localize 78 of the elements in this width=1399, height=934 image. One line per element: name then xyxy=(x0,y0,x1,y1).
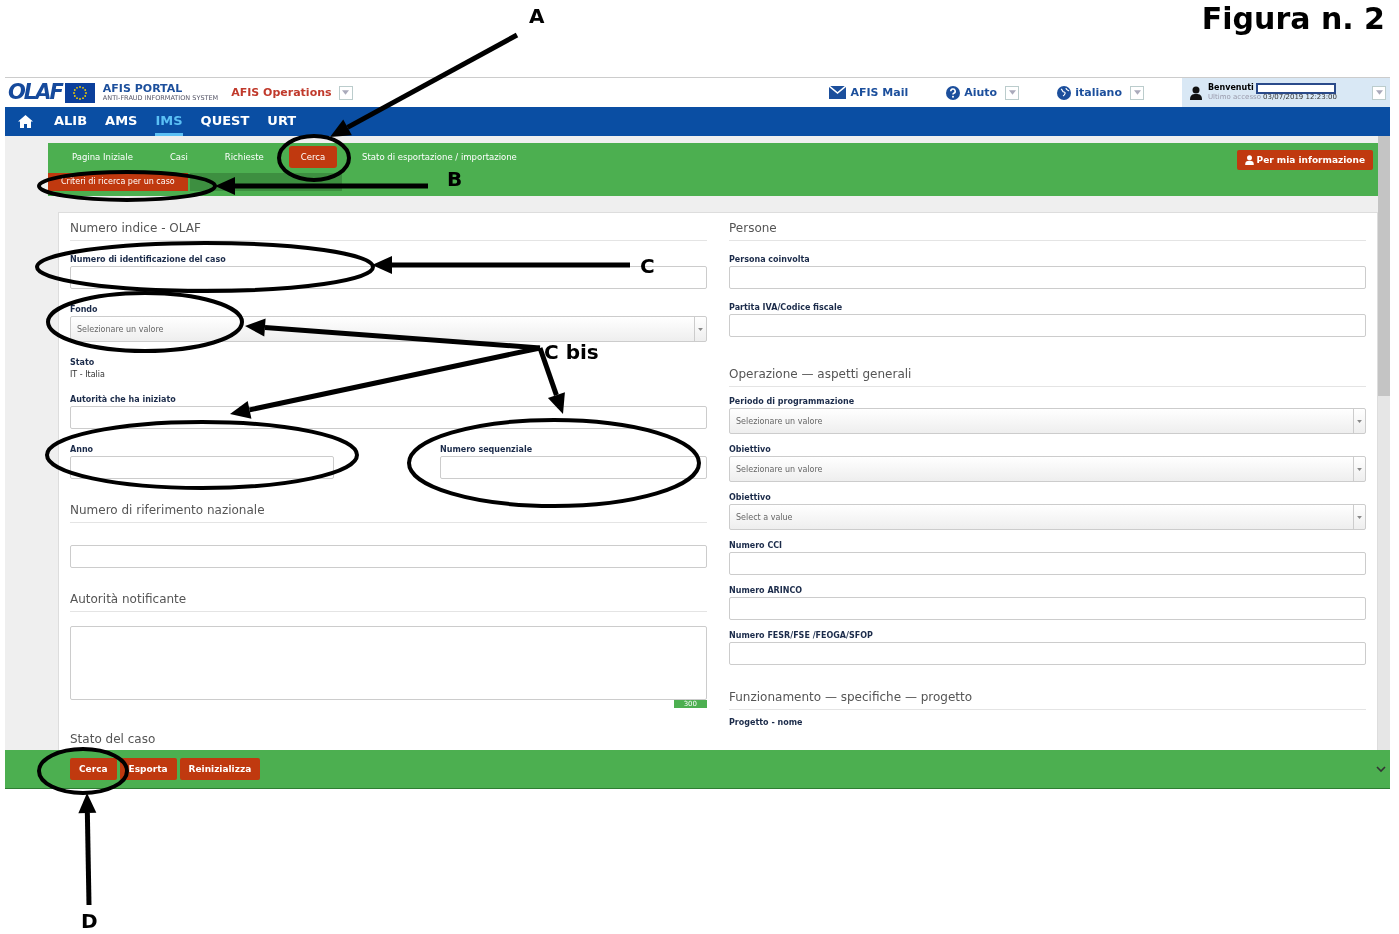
select-field[interactable]: Select a value xyxy=(729,504,1366,530)
select-field[interactable]: Selezionare un valore xyxy=(729,456,1366,482)
dropdown-button[interactable] xyxy=(1005,85,1020,100)
field-label: Obiettivo xyxy=(729,445,772,454)
user-icon xyxy=(1244,155,1254,165)
input-field[interactable] xyxy=(70,545,707,568)
portal-title: AFIS PORTAL xyxy=(102,83,183,95)
field-label: Obiettivo xyxy=(729,493,772,502)
dropdown-button[interactable] xyxy=(1372,85,1386,100)
tab[interactable]: Cerca xyxy=(288,146,338,168)
header-link[interactable]: italiano xyxy=(1075,86,1122,99)
section-heading: Numero di riferimento nazionale xyxy=(70,495,707,523)
field-label: Autorità che ha iniziato xyxy=(70,395,177,404)
dropdown-button[interactable] xyxy=(1130,85,1144,100)
annotation-label: A xyxy=(529,6,545,26)
header-link[interactable]: Aiuto xyxy=(964,86,998,99)
help-icon xyxy=(946,85,961,100)
field-label: Numero sequenziale xyxy=(440,445,534,454)
mail-icon xyxy=(829,86,847,99)
chevron-down-icon[interactable] xyxy=(1376,765,1386,773)
section-heading: Funzionamento — specifiche — progetto xyxy=(729,682,1366,710)
field-value: IT - Italia xyxy=(70,370,106,379)
caret-icon xyxy=(342,90,350,95)
action-button[interactable]: Reinizializza xyxy=(179,758,261,780)
nav-item[interactable]: QUEST xyxy=(200,107,250,136)
section-heading: Numero indice - OLAF xyxy=(70,213,707,241)
action-button[interactable]: Esporta xyxy=(119,758,177,780)
field-label: Progetto - nome xyxy=(729,718,804,727)
nav-item[interactable]: URT xyxy=(267,107,297,136)
header-link[interactable]: AFIS Mail xyxy=(850,86,909,99)
dropdown-button[interactable] xyxy=(338,85,353,100)
input-field[interactable] xyxy=(729,314,1366,337)
action-button[interactable]: Cerca xyxy=(70,758,117,780)
field-label: Numero FESR/FSE /FEOGA/SFOP xyxy=(729,631,874,640)
globe-icon xyxy=(1057,85,1072,100)
info-button[interactable]: Per mia informazione xyxy=(1236,150,1373,170)
input-field[interactable] xyxy=(729,266,1366,289)
caret-icon xyxy=(1008,90,1016,95)
app-name: AFIS Operations xyxy=(231,86,332,99)
annotation-label: D xyxy=(81,911,98,931)
input-field[interactable] xyxy=(440,456,707,479)
caret-icon xyxy=(1357,515,1362,519)
field-label: Fondo xyxy=(70,305,99,314)
nav-item[interactable]: ALIB xyxy=(54,107,88,136)
annotation-label: C xyxy=(640,256,655,276)
field-label: Numero CCI xyxy=(729,541,784,550)
select-field[interactable]: Selezionare un valore xyxy=(70,316,707,342)
scrollbar[interactable] xyxy=(1378,136,1390,750)
field-label: Partita IVA/Codice fiscale xyxy=(729,303,844,312)
flag-icon xyxy=(64,82,95,103)
caret-icon xyxy=(1133,90,1141,95)
section-heading: Autorità notificante xyxy=(70,584,707,612)
figure-caption: Figura n. 2 xyxy=(1201,4,1385,38)
field-label: Numero ARINCO xyxy=(729,586,804,595)
field-label: Numero di identificazione del caso xyxy=(70,255,227,264)
field-label: Anno xyxy=(70,445,95,454)
section-heading: Operazione — aspetti generali xyxy=(729,359,1366,387)
logo: OLAF xyxy=(8,82,62,103)
user-icon xyxy=(1190,85,1202,100)
input-field[interactable] xyxy=(729,552,1366,575)
text-area[interactable] xyxy=(70,626,707,700)
input-field[interactable] xyxy=(70,456,334,479)
annotation-label: B xyxy=(447,169,463,189)
section-heading: Persone xyxy=(729,213,1366,241)
input-field[interactable] xyxy=(729,642,1366,665)
caret-icon xyxy=(1357,419,1362,423)
field-label: Persona coinvolta xyxy=(729,255,811,264)
input-field[interactable] xyxy=(729,597,1366,620)
caret-icon xyxy=(1357,467,1362,471)
field-label: Stato xyxy=(70,358,96,367)
field-label: Periodo di programmazione xyxy=(729,397,856,406)
greeting-text: Benvenuti xyxy=(1208,84,1254,94)
select-field[interactable]: Selezionare un valore xyxy=(729,408,1366,434)
annotation-label: C bis xyxy=(544,342,599,362)
caret-icon xyxy=(698,327,703,331)
nav-item[interactable]: AMS xyxy=(105,107,138,136)
caret-icon xyxy=(1375,90,1383,95)
home-icon[interactable] xyxy=(18,115,33,128)
